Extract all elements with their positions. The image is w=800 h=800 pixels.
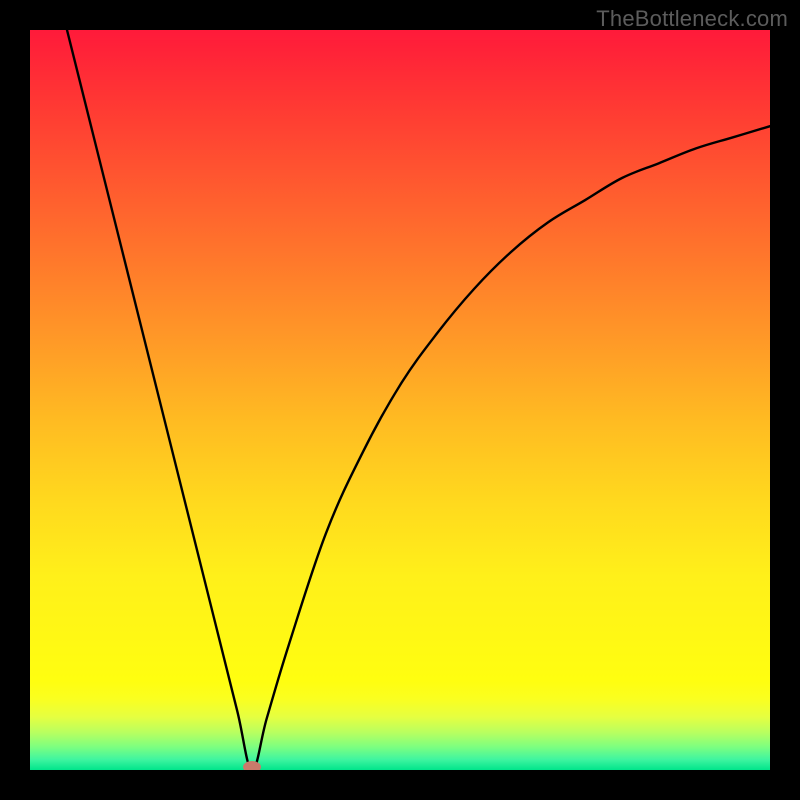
chart-frame: TheBottleneck.com [0,0,800,800]
watermark-text: TheBottleneck.com [596,6,788,32]
curve-layer [30,30,770,770]
bottleneck-curve [67,30,770,770]
minimum-marker [243,761,261,770]
plot-area [30,30,770,770]
